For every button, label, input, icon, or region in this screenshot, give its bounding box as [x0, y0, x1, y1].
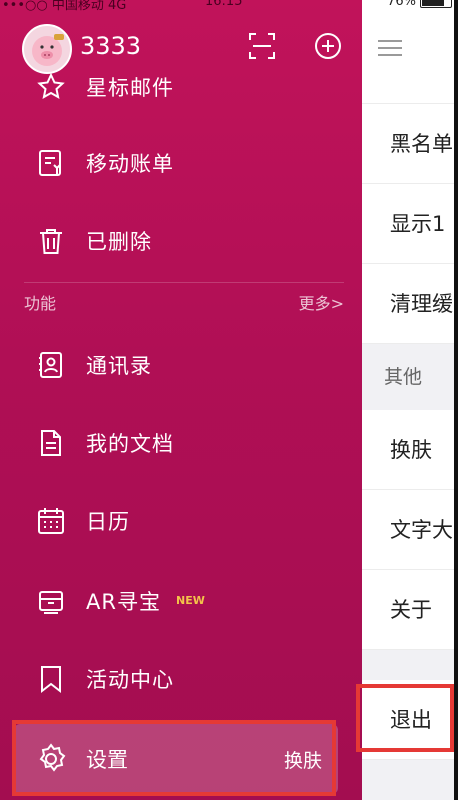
more-link[interactable]: 更多>: [299, 290, 344, 314]
menu-item-label: 我的文档: [86, 432, 174, 456]
battery-icon: [420, 0, 452, 8]
menu-item-label: 通讯录: [86, 354, 152, 378]
section-title: 功能: [24, 294, 57, 313]
carrier-text: •••○○ 中国移动 4G: [2, 0, 127, 13]
clock: 16:15: [205, 0, 243, 9]
menu-item-label: 活动中心: [86, 668, 174, 692]
menu-item-deleted[interactable]: 已删除: [0, 204, 362, 278]
panel-row-label: 黑名单: [390, 132, 453, 156]
bill-icon: [34, 146, 68, 180]
star-icon: [34, 70, 68, 104]
panel-row-label: 显示1: [390, 212, 446, 236]
menu-item-activity[interactable]: 活动中心: [0, 642, 362, 716]
settings-panel: 黑名单 显示1 清理缓 其他 换肤 文字大 关于 退出: [362, 0, 458, 800]
panel-row-label: 清理缓: [390, 292, 453, 316]
ar-treasure-icon: [34, 584, 68, 618]
panel-header-row: [362, 24, 458, 104]
menu-item-label: 日历: [86, 510, 130, 534]
panel-row-label: 换肤: [390, 438, 432, 462]
divider: [24, 282, 344, 283]
panel-row-label: 关于: [390, 598, 432, 622]
battery-indicator: 76%: [387, 0, 452, 9]
menu-item-calendar[interactable]: 日历: [0, 484, 362, 558]
panel-row-display[interactable]: 显示1: [362, 184, 458, 264]
battery-percent: 76%: [387, 0, 416, 9]
menu-item-bill[interactable]: 移动账单: [0, 126, 362, 200]
menu-item-label: 星标邮件: [86, 76, 174, 100]
screen-edge: [454, 0, 458, 800]
highlight-box-logout: [356, 684, 454, 752]
panel-row-label: 文字大: [390, 518, 453, 542]
menu-item-label: AR寻宝: [86, 590, 161, 614]
panel-group-label: 其他: [384, 366, 423, 388]
panel-row-skin[interactable]: 换肤: [362, 410, 458, 490]
new-badge: NEW: [176, 594, 205, 607]
menu-item-starred[interactable]: 星标邮件: [0, 50, 362, 124]
highlight-box-settings: [12, 720, 336, 796]
status-bar: •••○○ 中国移动 4G 16:15 76%: [0, 0, 458, 13]
document-icon: [34, 426, 68, 460]
menu-item-label: 已删除: [86, 230, 152, 254]
panel-row-clear-cache[interactable]: 清理缓: [362, 264, 458, 344]
menu-item-documents[interactable]: 我的文档: [0, 406, 362, 480]
panel-row-font-size[interactable]: 文字大: [362, 490, 458, 570]
menu-item-label: 移动账单: [86, 152, 174, 176]
panel-spacer: [362, 650, 458, 680]
calendar-icon: [34, 504, 68, 538]
side-drawer: 3333 星标邮件 移动账单 已删除 功能 更多> 通讯录 我的文档 日历 AR…: [0, 0, 362, 800]
menu-item-ar-treasure[interactable]: AR寻宝 NEW: [0, 564, 362, 638]
bookmark-icon: [34, 662, 68, 696]
panel-group-header: 其他: [362, 344, 458, 410]
panel-row-blacklist[interactable]: 黑名单: [362, 104, 458, 184]
menu-item-contacts[interactable]: 通讯录: [0, 328, 362, 402]
panel-row-about[interactable]: 关于: [362, 570, 458, 650]
trash-icon: [34, 224, 68, 258]
contacts-icon: [34, 348, 68, 382]
panel-footer: [362, 760, 458, 800]
